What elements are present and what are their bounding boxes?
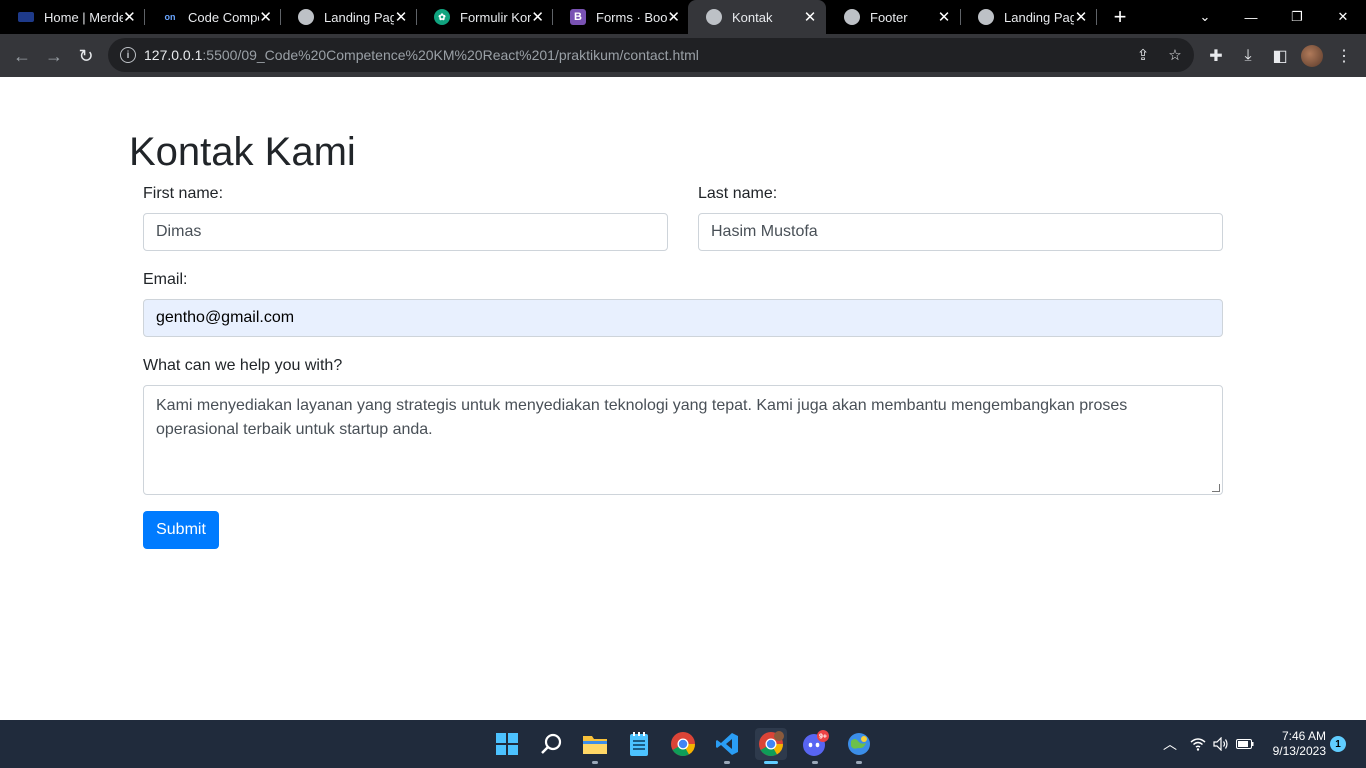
taskbar: 9+ ︿ 7:46 AM 9/13/2023 1 bbox=[0, 720, 1366, 768]
tab-title: Home | Merdeka bbox=[44, 9, 123, 25]
resize-handle[interactable] bbox=[1212, 484, 1220, 492]
battery-icon[interactable] bbox=[1235, 734, 1255, 754]
share-icon[interactable]: ⇪ bbox=[1134, 46, 1152, 64]
clock[interactable]: 7:46 AM 9/13/2023 bbox=[1262, 729, 1326, 759]
page-content: Kontak Kami First name: Dimas Last name:… bbox=[0, 77, 1366, 720]
restore-icon[interactable]: ❐ bbox=[1274, 0, 1320, 34]
submit-button[interactable]: Submit bbox=[143, 511, 219, 549]
email-input[interactable]: gentho@gmail.com bbox=[143, 299, 1223, 337]
message-textarea[interactable]: Kami menyediakan layanan yang strategis … bbox=[143, 385, 1223, 495]
close-icon[interactable]: ✕ bbox=[936, 9, 952, 26]
tab-title: Footer bbox=[870, 9, 908, 25]
tab-forms-bootstrap[interactable]: B Forms · Bootstrap ✕ bbox=[552, 0, 688, 34]
chevron-up-icon[interactable]: ︿ bbox=[1160, 734, 1180, 754]
start-icon[interactable] bbox=[491, 728, 523, 760]
email-label: Email: bbox=[143, 271, 188, 288]
tab-kontak[interactable]: Kontak ✕ bbox=[688, 0, 826, 34]
file-explorer-icon[interactable] bbox=[579, 728, 611, 764]
running-indicator bbox=[724, 761, 730, 764]
tab-title: Formulir Kontak bbox=[460, 9, 532, 25]
tab-title: Kontak bbox=[732, 9, 773, 25]
forward-icon[interactable]: → bbox=[40, 42, 68, 70]
chrome-icon[interactable] bbox=[667, 728, 699, 760]
first-name-input[interactable]: Dimas bbox=[143, 213, 668, 251]
volume-icon[interactable] bbox=[1211, 734, 1231, 754]
close-icon[interactable]: ✕ bbox=[1074, 9, 1088, 26]
running-indicator bbox=[592, 761, 598, 764]
profile-avatar[interactable] bbox=[1301, 45, 1323, 67]
tab-landing-page-2[interactable]: Landing Page ✕ bbox=[960, 0, 1096, 34]
download-icon[interactable]: ⤓ bbox=[1237, 45, 1259, 67]
globe-icon bbox=[706, 9, 722, 25]
globe-icon bbox=[844, 9, 860, 25]
minimize-icon[interactable]: — bbox=[1228, 0, 1274, 34]
url-text[interactable]: 127.0.0.1:5500/09_Code%20Competence%20KM… bbox=[144, 47, 699, 63]
menu-icon[interactable]: ⋮ bbox=[1333, 45, 1355, 67]
close-icon[interactable]: ✕ bbox=[123, 9, 136, 26]
date-text: 9/13/2023 bbox=[1272, 744, 1326, 758]
tab-landing-page[interactable]: Landing Page ✕ bbox=[280, 0, 416, 34]
active-indicator bbox=[764, 761, 778, 764]
chrome-profile-icon[interactable] bbox=[755, 728, 787, 764]
vscode-icon[interactable] bbox=[711, 728, 743, 764]
side-panel-icon[interactable]: ◧ bbox=[1269, 45, 1291, 67]
running-indicator bbox=[812, 761, 818, 764]
close-icon[interactable]: ✕ bbox=[531, 9, 544, 26]
close-icon[interactable]: ✕ bbox=[802, 9, 818, 26]
tab-footer[interactable]: Footer ✕ bbox=[826, 0, 960, 34]
tab-separator bbox=[1096, 9, 1097, 25]
tab-search-icon[interactable]: ⌄ bbox=[1182, 0, 1228, 34]
discord-icon[interactable]: 9+ bbox=[799, 728, 831, 764]
extensions-icon[interactable]: ✚ bbox=[1205, 45, 1227, 67]
globe-icon bbox=[298, 9, 314, 25]
tab-home-merdeka[interactable]: Home | Merdeka ✕ bbox=[0, 0, 144, 34]
close-icon[interactable]: ✕ bbox=[259, 9, 272, 26]
tab-code-competence[interactable]: on Code Competence ✕ bbox=[144, 0, 280, 34]
last-name-label: Last name: bbox=[698, 185, 778, 202]
time-text: 7:46 AM bbox=[1281, 729, 1326, 743]
reload-icon[interactable]: ↻ bbox=[72, 42, 100, 70]
merdeka-icon bbox=[18, 12, 34, 22]
browser-toolbar: ← → ↻ i 127.0.0.1:5500/09_Code%20Compete… bbox=[0, 34, 1366, 77]
chatgpt-icon: ✿ bbox=[434, 9, 450, 25]
close-window-icon[interactable]: ✕ bbox=[1320, 0, 1366, 34]
bootstrap-icon: B bbox=[570, 9, 586, 25]
page-title: Kontak Kami bbox=[129, 130, 356, 174]
globe-icon bbox=[978, 9, 994, 25]
notification-badge[interactable]: 1 bbox=[1330, 736, 1346, 752]
site-info-icon[interactable]: i bbox=[120, 47, 136, 63]
tab-formulir-kontak[interactable]: ✿ Formulir Kontak ✕ bbox=[416, 0, 552, 34]
close-icon[interactable]: ✕ bbox=[394, 9, 408, 26]
running-indicator bbox=[856, 761, 862, 764]
weather-app-icon[interactable] bbox=[843, 728, 875, 764]
address-bar[interactable]: i 127.0.0.1:5500/09_Code%20Competence%20… bbox=[108, 38, 1194, 72]
message-label: What can we help you with? bbox=[143, 357, 343, 374]
new-tab-button[interactable]: + bbox=[1108, 4, 1132, 29]
tab-title: Code Competence bbox=[188, 9, 259, 25]
back-icon[interactable]: ← bbox=[8, 42, 36, 70]
close-icon[interactable]: ✕ bbox=[667, 9, 680, 26]
discord-badge: 9+ bbox=[819, 734, 827, 741]
search-icon[interactable] bbox=[535, 728, 567, 760]
notepad-icon[interactable] bbox=[623, 728, 655, 760]
wifi-icon[interactable] bbox=[1188, 734, 1208, 754]
last-name-input[interactable]: Hasim Mustofa bbox=[698, 213, 1223, 251]
message-text: Kami menyediakan layanan yang strategis … bbox=[156, 397, 1128, 438]
alterra-icon: on bbox=[164, 12, 176, 22]
tab-title: Landing Page bbox=[1004, 9, 1075, 25]
tab-title: Forms · Bootstrap bbox=[596, 9, 668, 25]
first-name-label: First name: bbox=[143, 185, 224, 202]
tab-title: Landing Page bbox=[324, 9, 395, 25]
bookmark-star-icon[interactable]: ☆ bbox=[1166, 46, 1184, 64]
tab-strip: Home | Merdeka ✕ on Code Competence ✕ La… bbox=[0, 0, 1366, 34]
